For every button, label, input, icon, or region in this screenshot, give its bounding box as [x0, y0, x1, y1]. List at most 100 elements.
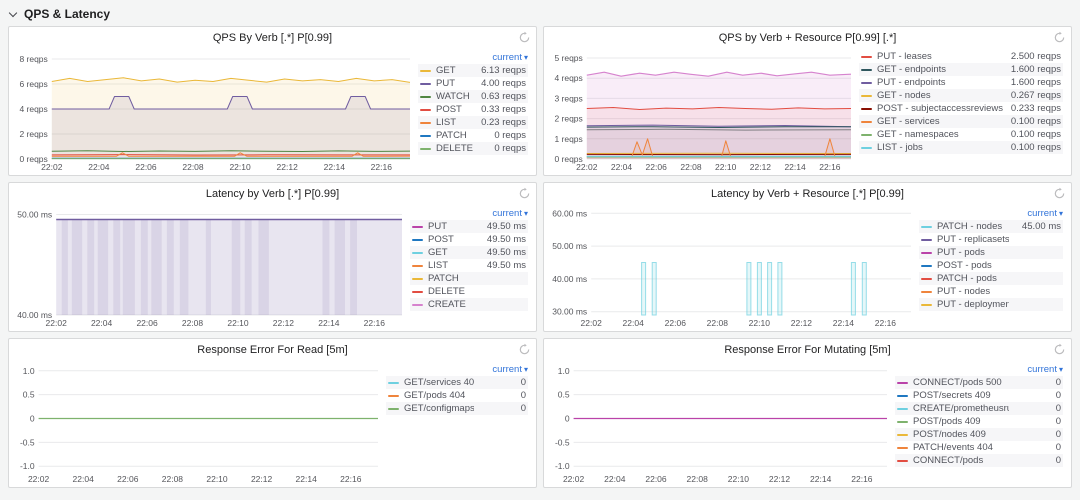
- legend-item[interactable]: CREATE: [410, 298, 528, 311]
- legend-item[interactable]: PUT - replicasets: [919, 233, 1063, 246]
- legend-item[interactable]: GET/services 4040: [386, 376, 528, 389]
- legend-item[interactable]: PUT4.00 reqps: [418, 77, 528, 90]
- legend-item[interactable]: GET - nodes0.267 reqps: [859, 89, 1063, 102]
- legend-label[interactable]: CONNECT/pods 500: [913, 377, 1009, 388]
- legend-item[interactable]: CONNECT/pods0: [895, 454, 1063, 467]
- legend-item[interactable]: PATCH/events 4040: [895, 441, 1063, 454]
- time-series-chart[interactable]: 60.00 ms50.00 ms40.00 ms30.00 ms22:0222:…: [546, 205, 917, 329]
- legend-label[interactable]: GET/configmaps 404: [404, 403, 474, 414]
- legend-label[interactable]: PATCH - nodes: [937, 221, 1009, 232]
- legend-label[interactable]: PATCH: [428, 273, 474, 284]
- legend-item[interactable]: GET/configmaps 4040: [386, 402, 528, 415]
- refresh-icon[interactable]: [1053, 31, 1066, 44]
- legend-item[interactable]: GET - namespaces0.100 reqps: [859, 128, 1063, 141]
- legend-label[interactable]: WATCH: [436, 91, 474, 102]
- panel-title[interactable]: Response Error For Mutating [5m]: [724, 344, 890, 356]
- legend-item[interactable]: PUT - pods: [919, 246, 1063, 259]
- legend-label[interactable]: CREATE: [428, 299, 474, 310]
- legend-label[interactable]: POST - subjectaccessreviews: [877, 103, 1005, 114]
- legend-label[interactable]: PUT - deployments: [937, 299, 1009, 310]
- section-row-qps-latency[interactable]: QPS & Latency: [8, 4, 1072, 24]
- legend-label[interactable]: POST: [436, 104, 474, 115]
- legend-label[interactable]: PUT: [428, 221, 474, 232]
- legend-item[interactable]: PUT - deployments: [919, 298, 1063, 311]
- legend-label[interactable]: POST - pods: [937, 260, 1009, 271]
- legend-label[interactable]: LIST: [436, 117, 474, 128]
- legend-item[interactable]: CONNECT/pods 5000: [895, 376, 1063, 389]
- legend-label[interactable]: PUT - replicasets: [937, 234, 1009, 245]
- legend-sort-current[interactable]: current▾: [410, 206, 528, 220]
- legend-label[interactable]: GET/pods 404: [404, 390, 474, 401]
- legend-item[interactable]: POST/nodes 4090: [895, 428, 1063, 441]
- legend-label[interactable]: CONNECT/pods: [913, 455, 1009, 466]
- legend-label[interactable]: POST: [428, 234, 474, 245]
- time-series-chart[interactable]: 8 reqps6 reqps4 reqps2 reqps0 reqps22:02…: [11, 49, 416, 173]
- panel-title[interactable]: QPS by Verb + Resource P[0.99] [.*]: [719, 32, 897, 44]
- legend-label[interactable]: GET: [436, 65, 474, 76]
- legend-item[interactable]: PATCH - pods: [919, 272, 1063, 285]
- legend-label[interactable]: GET - nodes: [877, 90, 1005, 101]
- time-series-chart[interactable]: 1.00.50-0.5-1.022:0222:0422:0622:0822:10…: [11, 361, 384, 485]
- legend-item[interactable]: PATCH - nodes45.00 ms: [919, 220, 1063, 233]
- legend-item[interactable]: LIST0.23 reqps: [418, 116, 528, 129]
- legend-item[interactable]: POST/pods 4090: [895, 415, 1063, 428]
- legend-label[interactable]: GET - endpoints: [877, 64, 1005, 75]
- legend-label[interactable]: PUT: [436, 78, 474, 89]
- panel-title[interactable]: QPS By Verb [.*] P[0.99]: [213, 32, 332, 44]
- legend-item[interactable]: DELETE: [410, 285, 528, 298]
- time-series-chart[interactable]: 1.00.50-0.5-1.022:0222:0422:0622:0822:10…: [546, 361, 893, 485]
- legend-label[interactable]: GET/services 404: [404, 377, 474, 388]
- legend-label[interactable]: POST/nodes 409: [913, 429, 1009, 440]
- legend-sort-current[interactable]: current▾: [386, 362, 528, 376]
- legend-item[interactable]: POST49.50 ms: [410, 233, 528, 246]
- time-series-chart[interactable]: 5 reqps4 reqps3 reqps2 reqps1 reqps0 req…: [546, 49, 857, 173]
- legend-item[interactable]: POST - pods: [919, 259, 1063, 272]
- refresh-icon[interactable]: [518, 31, 531, 44]
- legend-item[interactable]: GET/pods 4040: [386, 389, 528, 402]
- legend-label[interactable]: GET: [428, 247, 474, 258]
- legend-item[interactable]: POST - subjectaccessreviews0.233 reqps: [859, 102, 1063, 115]
- legend-label[interactable]: LIST: [428, 260, 474, 271]
- legend-item[interactable]: PATCH: [410, 272, 528, 285]
- legend-label[interactable]: DELETE: [428, 286, 474, 297]
- legend-label[interactable]: PUT - nodes: [937, 286, 1009, 297]
- refresh-icon[interactable]: [518, 343, 531, 356]
- refresh-icon[interactable]: [518, 187, 531, 200]
- legend-item[interactable]: POST0.33 reqps: [418, 103, 528, 116]
- legend-label[interactable]: DELETE: [436, 143, 474, 154]
- legend-label[interactable]: LIST - jobs: [877, 142, 1005, 153]
- legend-sort-current[interactable]: current▾: [895, 362, 1063, 376]
- legend-label[interactable]: POST/pods 409: [913, 416, 1009, 427]
- panel-title[interactable]: Latency by Verb [.*] P[0.99]: [206, 188, 339, 200]
- legend-item[interactable]: LIST49.50 ms: [410, 259, 528, 272]
- panel-title[interactable]: Latency by Verb + Resource [.*] P[0.99]: [711, 188, 904, 200]
- legend-label[interactable]: PUT - endpoints: [877, 77, 1005, 88]
- legend-item[interactable]: PUT - leases2.500 reqps: [859, 50, 1063, 63]
- legend-item[interactable]: GET - endpoints1.600 reqps: [859, 63, 1063, 76]
- legend-item[interactable]: PUT49.50 ms: [410, 220, 528, 233]
- legend-label[interactable]: PUT - pods: [937, 247, 1009, 258]
- legend-item[interactable]: PATCH0 reqps: [418, 129, 528, 142]
- legend-item[interactable]: PUT - endpoints1.600 reqps: [859, 76, 1063, 89]
- panel-title[interactable]: Response Error For Read [5m]: [197, 344, 347, 356]
- legend-label[interactable]: CREATE/prometheusrules 409: [913, 403, 1009, 414]
- legend-label[interactable]: PUT - leases: [877, 51, 1005, 62]
- legend-item[interactable]: GET49.50 ms: [410, 246, 528, 259]
- legend-label[interactable]: GET - services: [877, 116, 1005, 127]
- legend-item[interactable]: POST/secrets 4090: [895, 389, 1063, 402]
- legend-sort-current[interactable]: current▾: [418, 50, 528, 64]
- refresh-icon[interactable]: [1053, 187, 1066, 200]
- legend-sort-current[interactable]: current▾: [919, 206, 1063, 220]
- legend-item[interactable]: GET - services0.100 reqps: [859, 115, 1063, 128]
- legend-label[interactable]: GET - namespaces: [877, 129, 1005, 140]
- legend-item[interactable]: PUT - nodes: [919, 285, 1063, 298]
- legend-label[interactable]: POST/secrets 409: [913, 390, 1009, 401]
- legend-item[interactable]: WATCH0.63 reqps: [418, 90, 528, 103]
- legend-item[interactable]: CREATE/prometheusrules 4090: [895, 402, 1063, 415]
- legend-label[interactable]: PATCH: [436, 130, 474, 141]
- refresh-icon[interactable]: [1053, 343, 1066, 356]
- legend-item[interactable]: DELETE0 reqps: [418, 142, 528, 155]
- legend-item[interactable]: LIST - jobs0.100 reqps: [859, 141, 1063, 154]
- legend-label[interactable]: PATCH - pods: [937, 273, 1009, 284]
- time-series-chart[interactable]: 50.00 ms40.00 ms22:0222:0422:0622:0822:1…: [11, 205, 408, 329]
